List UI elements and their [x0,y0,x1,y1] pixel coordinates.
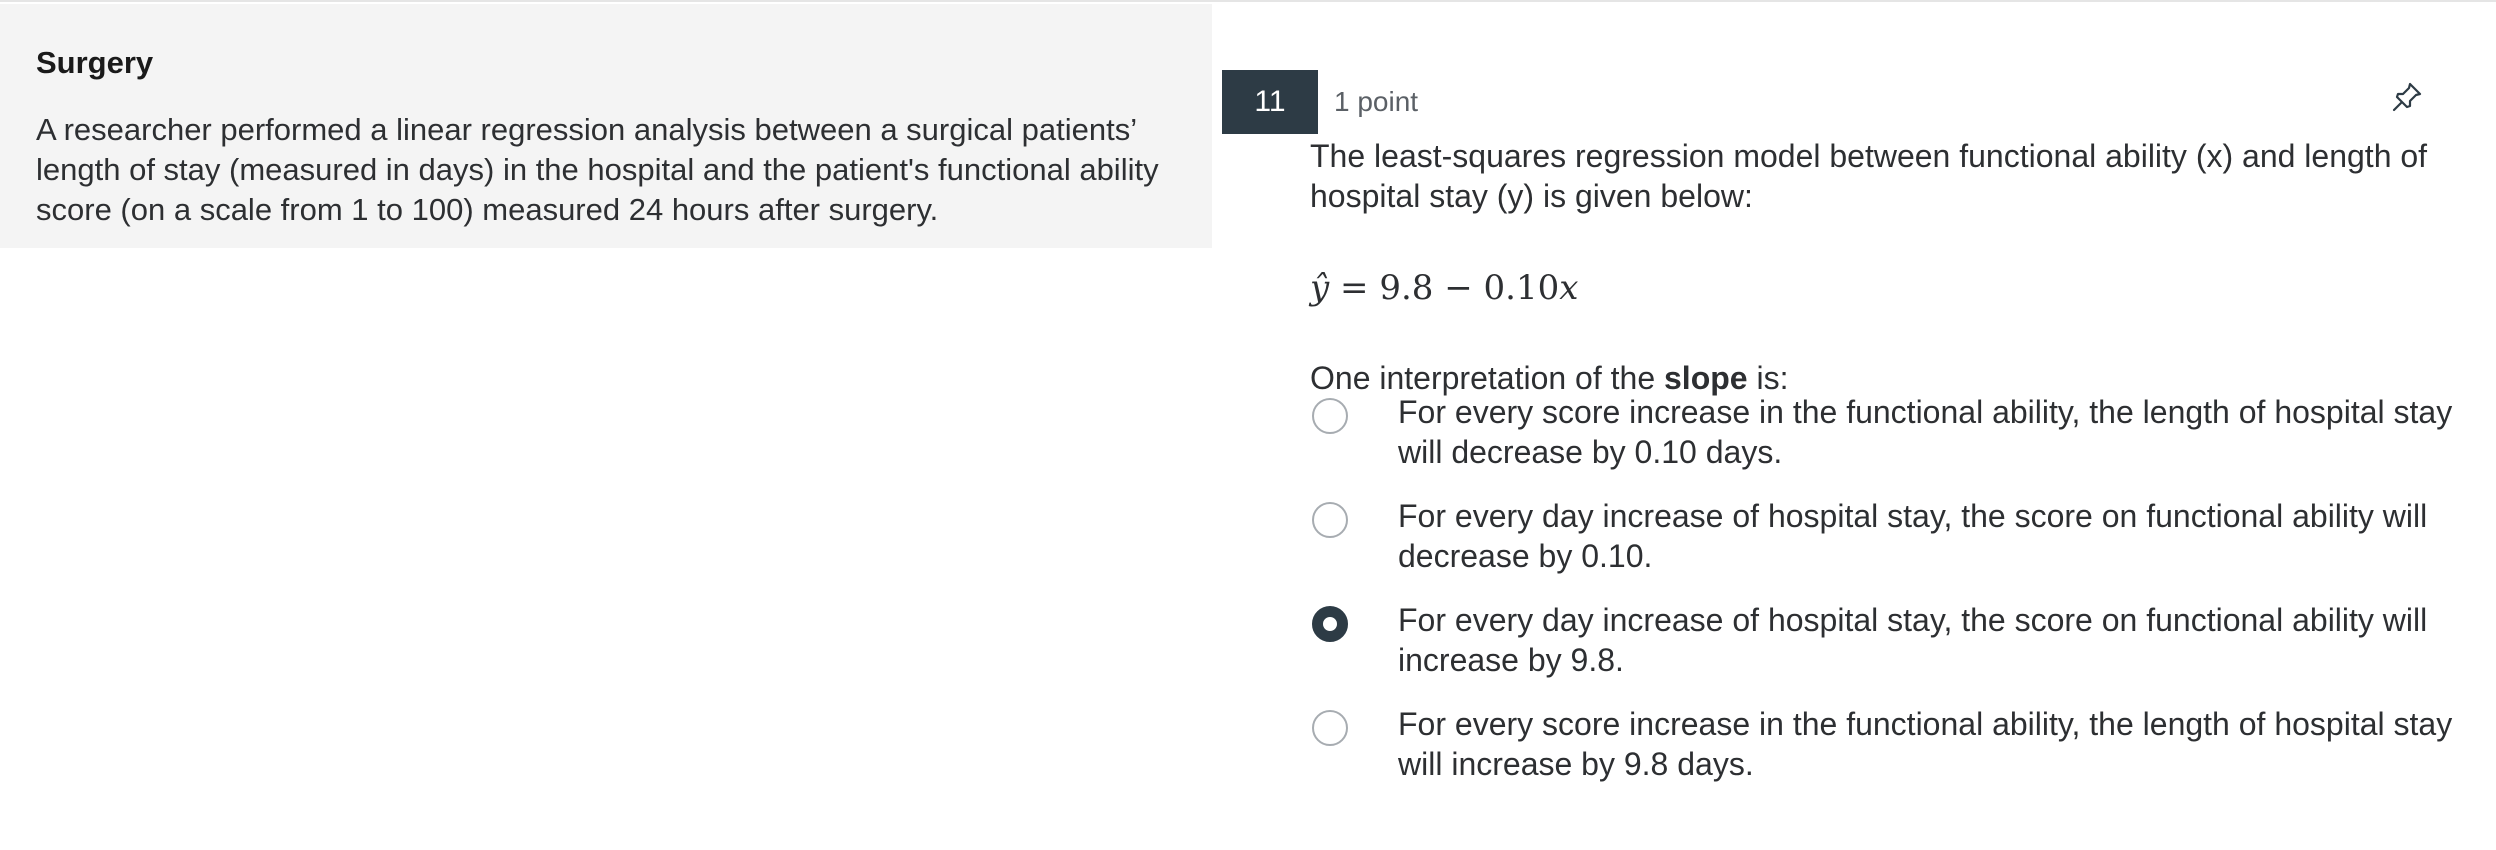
lead-bold: slope [1664,360,1748,396]
equation-coefficient: 0.10 [1483,268,1560,308]
equation-constant: 9.8 [1379,268,1434,308]
radio-button-4[interactable] [1312,710,1348,746]
answer-option-text: For every score increase in the function… [1398,394,2453,470]
answer-option-3[interactable]: For every day increase of hospital stay,… [1310,600,2460,704]
question-prompt: The least-squares regression model betwe… [1310,138,2428,214]
answer-option-text: For every day increase of hospital stay,… [1398,602,2428,678]
regression-equation: ŷ = 9.8 − 0.10x [1310,268,2460,308]
stimulus-panel: Surgery A researcher performed a linear … [0,4,1212,248]
equation-variable: x [1559,268,1579,308]
answer-option-2[interactable]: For every day increase of hospital stay,… [1310,496,2460,600]
radio-button-2[interactable] [1312,502,1348,538]
equation-equals: = [1340,268,1369,308]
stimulus-title: Surgery [36,45,154,80]
answer-option-text: For every day increase of hospital stay,… [1398,498,2428,574]
stimulus-text: A researcher performed a linear regressi… [36,112,1159,227]
lead-suffix: is: [1747,360,1789,396]
radio-button-3[interactable] [1312,606,1348,642]
equation-minus: − [1444,268,1473,308]
pin-icon[interactable] [2390,80,2424,114]
radio-button-1[interactable] [1312,398,1348,434]
lead-prefix: One interpretation of the [1310,360,1664,396]
question-number-badge: 11 [1222,70,1318,134]
answer-option-4[interactable]: For every score increase in the function… [1310,704,2460,808]
answer-options: For every score increase in the function… [1310,392,2460,808]
answer-option-1[interactable]: For every score increase in the function… [1310,392,2460,496]
question-points: 1 point [1334,86,1419,117]
answer-option-text: For every score increase in the function… [1398,706,2453,782]
question-body: The least-squares regression model betwe… [1310,136,2460,398]
quiz-page: Surgery A researcher performed a linear … [0,0,2496,850]
equation-lhs: ŷ [1310,268,1330,308]
